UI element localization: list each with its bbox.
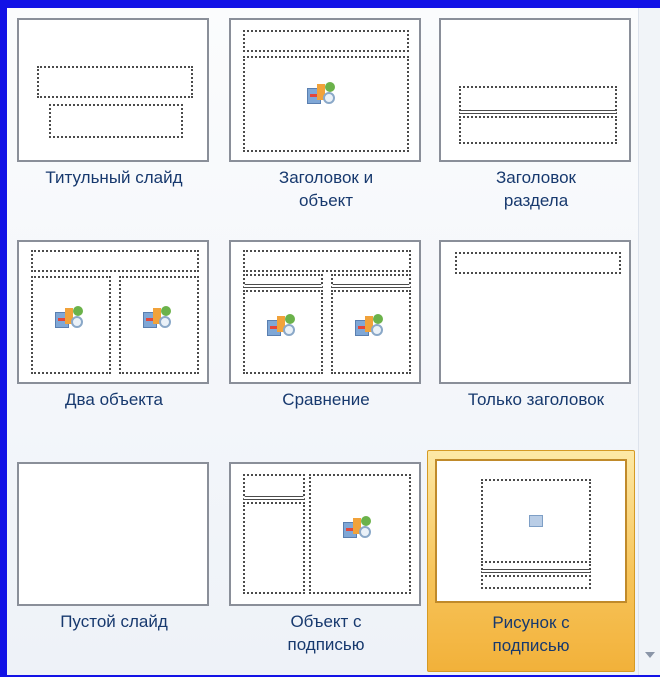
scroll-down-arrow-icon[interactable]	[645, 652, 655, 658]
content-objects-icon	[267, 314, 299, 338]
caption-placeholder	[481, 575, 591, 589]
content-objects-icon	[343, 516, 375, 540]
layout-section-header[interactable]: Заголовок раздела	[431, 10, 641, 225]
layout-title-only[interactable]: Только заголовок	[431, 232, 641, 447]
title-placeholder	[459, 86, 617, 114]
subtitle-placeholder	[49, 104, 183, 138]
layout-thumbnail	[439, 18, 631, 162]
content-objects-icon	[355, 314, 387, 338]
title-placeholder	[243, 30, 409, 52]
caption-placeholder	[243, 502, 305, 594]
layout-thumbnail	[229, 462, 421, 606]
right-heading-placeholder	[331, 274, 411, 288]
picture-icon	[529, 515, 543, 527]
gallery-scrollbar[interactable]	[638, 8, 660, 675]
layout-thumbnail	[435, 459, 627, 603]
layout-thumbnail	[17, 462, 209, 606]
text-placeholder	[459, 116, 617, 144]
slide-layout-gallery: Титульный слайд Заголовок и объект Загол…	[7, 8, 638, 675]
layout-blank[interactable]: Пустой слайд	[9, 454, 219, 669]
layout-thumbnail	[229, 240, 421, 384]
layout-thumbnail	[17, 18, 209, 162]
layout-picture-with-caption[interactable]: Рисунок с подписью	[427, 450, 635, 672]
layout-label: Только заголовок	[467, 390, 605, 409]
layout-label: Пустой слайд	[60, 612, 168, 631]
layout-content-with-caption[interactable]: Объект с подписью	[221, 454, 431, 669]
title-placeholder	[31, 250, 199, 272]
layout-label: Два объекта	[65, 390, 163, 409]
layout-label: Объект с подписью	[287, 612, 365, 654]
content-objects-icon	[143, 306, 175, 330]
title-placeholder	[455, 252, 621, 274]
layout-comparison[interactable]: Сравнение	[221, 232, 431, 447]
left-heading-placeholder	[243, 274, 323, 288]
content-objects-icon	[55, 306, 87, 330]
layout-label: Сравнение	[282, 390, 370, 409]
layout-label: Заголовок и объект	[278, 168, 374, 210]
layout-title-slide[interactable]: Титульный слайд	[9, 10, 219, 225]
layout-label: Заголовок раздела	[496, 168, 576, 210]
content-objects-icon	[307, 82, 339, 106]
layout-label: Титульный слайд	[45, 168, 183, 187]
layout-thumbnail	[17, 240, 209, 384]
layout-two-content[interactable]: Два объекта	[9, 232, 219, 447]
layout-thumbnail	[229, 18, 421, 162]
layout-label: Рисунок с подписью	[492, 613, 570, 655]
title-placeholder	[37, 66, 193, 98]
title-placeholder	[243, 474, 305, 500]
layout-thumbnail	[439, 240, 631, 384]
title-placeholder	[481, 561, 591, 573]
title-placeholder	[243, 250, 411, 272]
layout-title-and-content[interactable]: Заголовок и объект	[221, 10, 431, 225]
